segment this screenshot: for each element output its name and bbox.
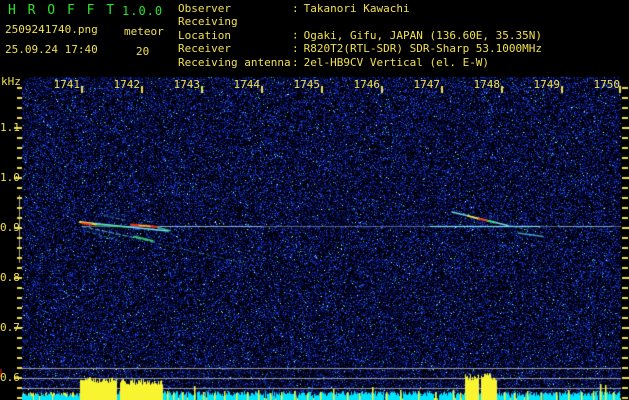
spectrogram-canvas	[0, 0, 629, 400]
hrofft-screen: H R O F F T 1.0.0 2509241740.png meteor …	[0, 0, 629, 400]
